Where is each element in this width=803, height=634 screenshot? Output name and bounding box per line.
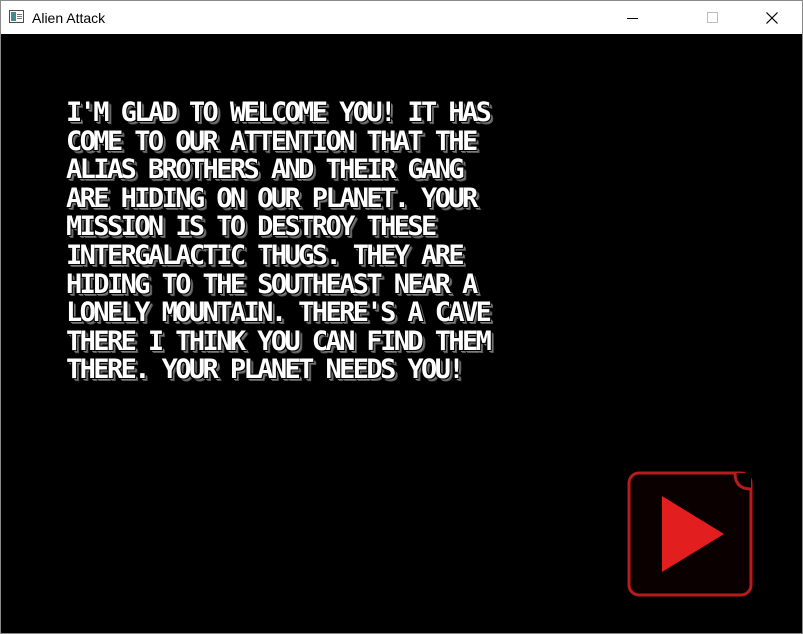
close-icon: [766, 12, 778, 24]
close-button[interactable]: [748, 1, 794, 34]
play-icon: [627, 471, 753, 597]
game-canvas[interactable]: I'M GLAD TO WELCOME YOU! IT HAS COME TO …: [1, 34, 802, 633]
title-bar[interactable]: Alien Attack: [1, 1, 802, 34]
maximize-button[interactable]: [628, 1, 718, 34]
window-title: Alien Attack: [32, 10, 106, 26]
game-window: Alien Attack I'M GLAD TO WELCOME YOU! IT…: [0, 0, 803, 634]
mission-briefing-text: I'M GLAD TO WELCOME YOU! IT HAS COME TO …: [66, 97, 492, 386]
play-button[interactable]: [627, 471, 753, 597]
window-app-icon: [9, 10, 24, 23]
maximize-icon: [707, 12, 718, 23]
